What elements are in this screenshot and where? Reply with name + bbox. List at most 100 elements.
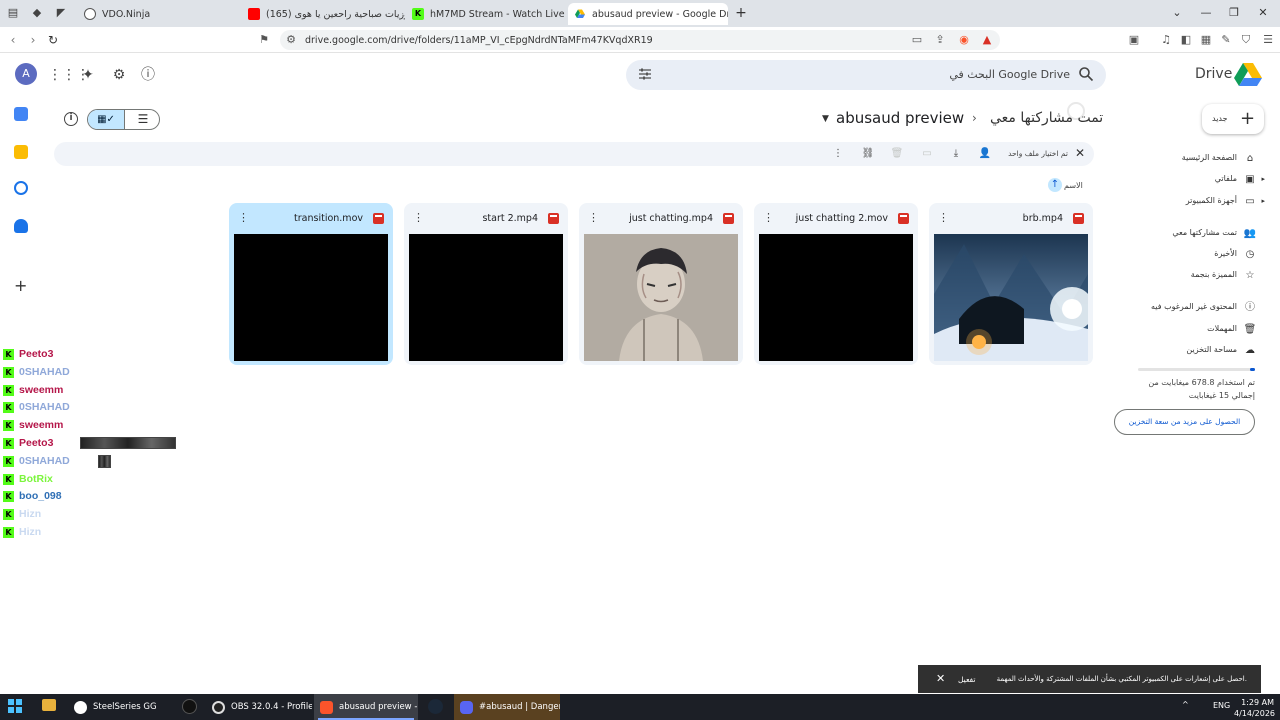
share-person-icon[interactable]: 👤 — [978, 147, 992, 161]
search-input[interactable]: البحث في Google Drive — [940, 68, 1070, 81]
drive-brand[interactable]: Drive — [1195, 66, 1232, 82]
tray-chevron-icon[interactable]: ^ — [1182, 700, 1189, 709]
file-card-brb[interactable]: brb.mp4 ⋮ — [929, 203, 1093, 365]
taskbar-clock[interactable]: 1:29 AM 4/14/2026 — [1234, 697, 1275, 719]
wallet-icon[interactable]: ▦ — [1199, 33, 1213, 47]
video-file-icon — [373, 213, 384, 224]
tab-vdo-ninja[interactable]: VDO.Ninja — [78, 3, 238, 25]
sidebar-item-trash[interactable]: 🗑 المهملات — [1110, 321, 1265, 339]
sidebar-item-storage[interactable]: ☁ مساحة التخزين — [1110, 342, 1265, 360]
file-card-just-chatting-2[interactable]: just chatting 2.mov ⋮ — [754, 203, 918, 365]
url-text[interactable]: drive.google.com/drive/folders/11aMP_VI_… — [305, 35, 653, 46]
sidebar-item-spam[interactable]: ⓘ المحتوى غير المرغوب فيه — [1110, 299, 1265, 317]
brave-shield-icon[interactable]: ◆ — [30, 6, 44, 20]
file-card-just-chatting[interactable]: just chatting.mp4 ⋮ — [579, 203, 743, 365]
file-more-icon[interactable]: ⋮ — [763, 211, 774, 224]
file-name: start 2.mp4 — [482, 213, 538, 224]
site-info-icon[interactable]: ⚙ — [284, 33, 298, 47]
extensions-icon[interactable]: ✎ — [1219, 33, 1233, 47]
minimize-icon[interactable]: — — [1199, 6, 1213, 19]
close-toast-icon[interactable]: ✕ — [936, 672, 945, 685]
brave-icon[interactable]: ◉ — [957, 33, 971, 47]
sidebar-icon[interactable]: ◧ — [1179, 33, 1193, 47]
vpn-shield-icon[interactable]: ⛉ — [1239, 33, 1253, 47]
get-more-storage-button[interactable]: الحصول على مزيد من سعة التخزين — [1114, 409, 1255, 435]
plus-icon[interactable]: + — [1240, 108, 1255, 129]
grid-view-button[interactable]: ▦✓ — [88, 110, 124, 129]
share-icon[interactable]: ⇪ — [933, 33, 947, 47]
forward-icon[interactable]: › — [26, 33, 40, 47]
tasks-icon[interactable] — [14, 181, 28, 195]
details-info-icon[interactable]: i — [64, 112, 78, 126]
new-tab-button[interactable]: + — [734, 5, 748, 21]
tab-youtube[interactable]: (165) فيروزيات صباحية راحعين يا هوى — [242, 3, 405, 25]
list-view-button[interactable]: ☰ — [124, 110, 159, 129]
contacts-icon[interactable] — [14, 219, 28, 233]
file-more-icon[interactable]: ⋮ — [238, 211, 249, 224]
breadcrumb-current-folder[interactable]: abusaud preview — [836, 109, 964, 127]
cast-icon[interactable]: ▭ — [910, 33, 924, 47]
avatar[interactable]: A — [15, 63, 37, 85]
tab-title: (165) فيروزيات صباحية راحعين يا هوى — [266, 8, 405, 20]
search-icon[interactable] — [1078, 66, 1094, 82]
windows-start-icon[interactable] — [8, 699, 22, 713]
taskbar-steelseries[interactable]: SteelSeries GG — [68, 694, 178, 720]
rewards-icon[interactable]: ▲ — [980, 33, 994, 47]
file-more-icon[interactable]: ⋮ — [588, 211, 599, 224]
folder-menu-caret-icon[interactable]: ▼ — [822, 114, 829, 124]
app-icon[interactable] — [182, 699, 197, 714]
extension-icon[interactable]: ◤ — [54, 6, 68, 20]
sidebar-item-my-drive[interactable]: ▸ ▣ ملفاتي — [1110, 171, 1265, 189]
file-card-transition[interactable]: transition.mov ⋮ — [229, 203, 393, 365]
copy-link-icon[interactable]: ⛓ — [861, 147, 875, 161]
sidebar-item-starred[interactable]: ☆ المميزة بنجمة — [1110, 267, 1265, 285]
google-drive-logo-icon[interactable] — [1234, 62, 1262, 86]
bookmark-icon[interactable]: ⚑ — [257, 33, 271, 47]
add-app-icon[interactable]: + — [14, 276, 27, 295]
sidebar-item-home[interactable]: ⌂ الصفحة الرئيسية — [1110, 150, 1265, 168]
calendar-icon[interactable] — [14, 107, 28, 121]
chat-username: 0SHAHAD — [19, 454, 70, 467]
new-button-label[interactable]: جديد — [1212, 114, 1228, 123]
sort-direction-arrow-icon[interactable]: ↑ — [1048, 178, 1062, 192]
enable-notifications-button[interactable]: تفعيل — [958, 675, 975, 684]
taskbar-obs[interactable]: OBS 32.0.4 - Profile:... — [206, 694, 312, 720]
sidebar-item-computers[interactable]: ▸ ▭ أجهزة الكمبيوتر — [1110, 193, 1265, 211]
sort-by-name-label[interactable]: الاسم — [1064, 181, 1083, 190]
back-icon[interactable]: ‹ — [6, 33, 20, 47]
sidebar-item-recent[interactable]: ◷ الأخيرة — [1110, 246, 1265, 264]
language-indicator[interactable]: ENG — [1213, 701, 1230, 710]
sidebar-item-shared[interactable]: 👥 تمت مشاركتها معي — [1110, 225, 1265, 243]
taskbar-browser[interactable]: abusaud preview - ... — [314, 694, 418, 720]
reader-icon[interactable]: ▣ — [1127, 33, 1141, 47]
steelseries-icon — [74, 700, 87, 714]
search-options-icon[interactable] — [638, 67, 652, 81]
reload-icon[interactable]: ↻ — [46, 33, 60, 47]
breadcrumb-shared-with-me[interactable]: تمت مشاركتها معي — [990, 110, 1103, 126]
sidebar-menu-icon[interactable]: ▤ — [6, 6, 20, 20]
clear-selection-icon[interactable]: ✕ — [1075, 146, 1085, 160]
browser-menu-icon[interactable]: ☰ — [1261, 33, 1275, 47]
tab-google-drive[interactable]: abusaud preview - Google Drive ✕ — [568, 3, 728, 25]
keep-icon[interactable] — [14, 145, 28, 159]
music-icon[interactable]: ♫ — [1159, 33, 1173, 47]
tab-kick[interactable]: K hM7MD Stream - Watch Live on Kick — [406, 3, 566, 25]
file-more-icon[interactable]: ⋮ — [938, 211, 949, 224]
file-explorer-icon[interactable] — [42, 699, 56, 711]
file-more-icon[interactable]: ⋮ — [413, 211, 424, 224]
settings-gear-icon[interactable]: ⚙ — [110, 66, 128, 84]
download-icon[interactable]: ⤓ — [949, 147, 963, 161]
expand-arrow-icon[interactable]: ▸ — [1261, 175, 1265, 183]
apps-grid-icon[interactable]: ⋮⋮⋮ — [48, 66, 90, 84]
expand-arrow-icon[interactable]: ▸ — [1261, 197, 1265, 205]
tab-search-chevron-icon[interactable]: ⌄ — [1170, 6, 1184, 19]
selection-count: تم اختيار ملف واحد — [1008, 149, 1068, 158]
help-icon[interactable]: ⓘ — [139, 66, 157, 84]
file-card-start-2[interactable]: start 2.mp4 ⋮ — [404, 203, 568, 365]
trash-icon: 🗑 — [890, 148, 904, 159]
maximize-icon[interactable]: ❐ — [1227, 6, 1241, 19]
more-actions-icon[interactable]: ⋮ — [831, 147, 845, 161]
close-window-icon[interactable]: ✕ — [1256, 6, 1270, 19]
steam-icon[interactable] — [428, 699, 443, 714]
taskbar-discord[interactable]: #abusaud | Danger'... — [454, 694, 560, 720]
